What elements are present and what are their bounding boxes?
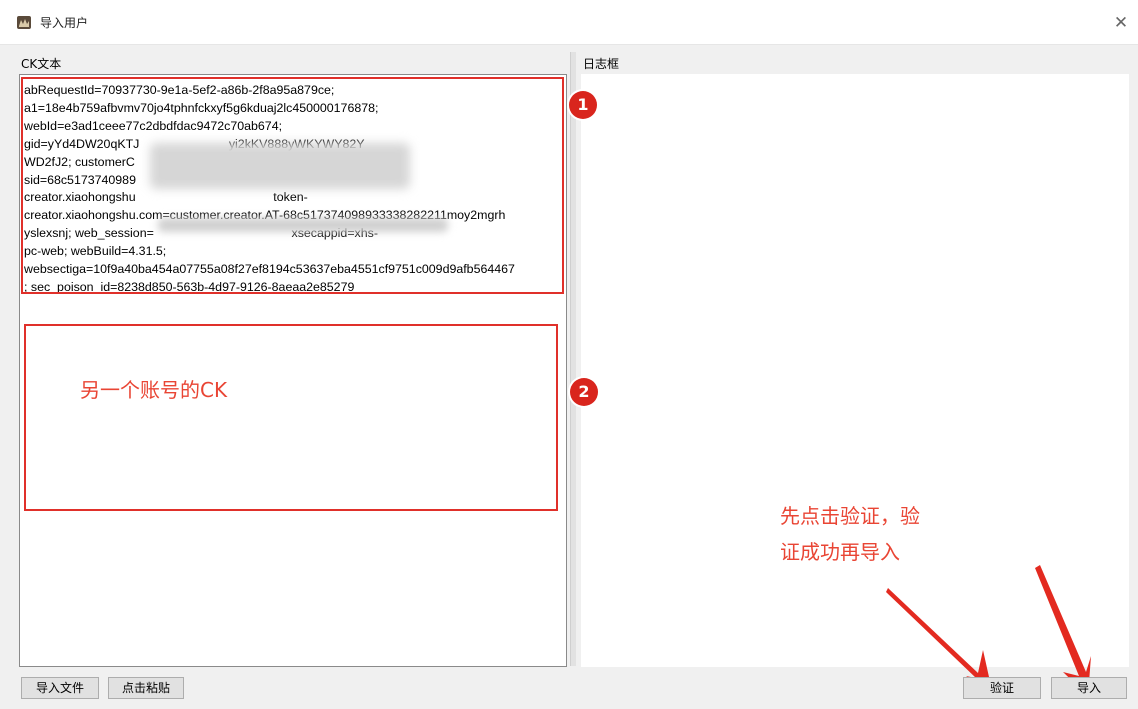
import-file-button[interactable]: 导入文件 — [21, 677, 99, 699]
instruction-text: 先点击验证，验 证成功再导入 — [780, 504, 920, 564]
app-logo-icon — [17, 16, 31, 29]
other-account-note: 另一个账号的CK — [80, 378, 228, 402]
close-icon[interactable]: ✕ — [1110, 12, 1132, 34]
import-button[interactable]: 导入 — [1051, 677, 1127, 699]
log-textarea[interactable] — [581, 74, 1129, 667]
log-box-label: 日志框 — [583, 57, 620, 71]
annotation-box-account2 — [24, 324, 558, 511]
step-badge-2: 2 — [570, 378, 598, 406]
instruction-note: 先点击验证，验 证成功再导入 — [780, 498, 980, 570]
panel-splitter[interactable] — [570, 52, 576, 666]
window-title: 导入用户 — [40, 16, 89, 30]
annotation-box-account1 — [21, 77, 564, 294]
step-badge-1: 1 — [569, 91, 597, 119]
ck-text-label: CK文本 — [21, 57, 62, 71]
title-bar: 导入用户 ✕ — [0, 0, 1138, 45]
paste-button[interactable]: 点击粘贴 — [108, 677, 184, 699]
verify-button[interactable]: 验证 — [963, 677, 1041, 699]
